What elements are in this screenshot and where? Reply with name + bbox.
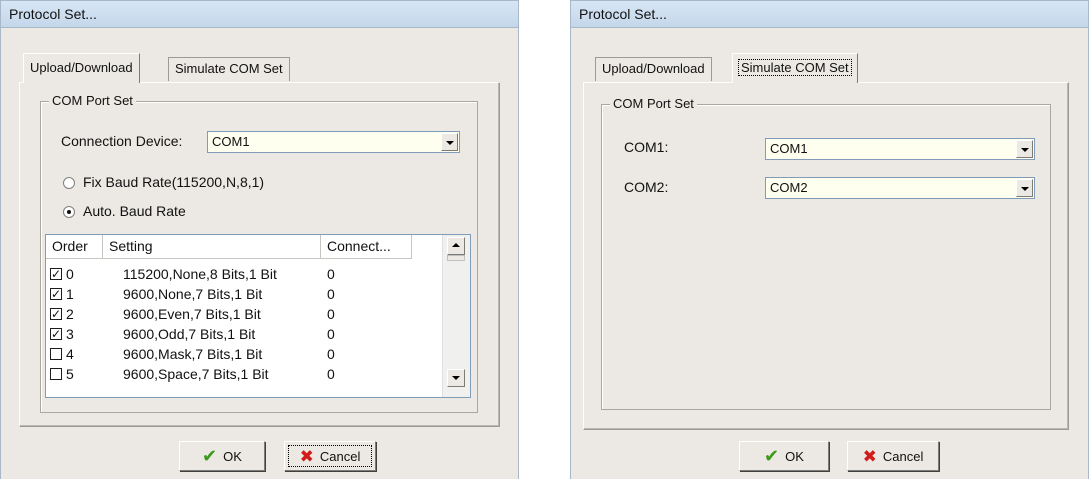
table-row[interactable]: 5 9600,Space,7 Bits,1 Bit 0	[46, 364, 438, 384]
table-row[interactable]: ✓ 1 9600,None,7 Bits,1 Bit 0	[46, 284, 438, 304]
row-checkbox[interactable]	[50, 368, 62, 380]
order-cell: 1	[66, 286, 74, 302]
group-title: COM Port Set	[610, 96, 697, 112]
order-cell: 5	[66, 366, 74, 382]
x-icon: ✖	[862, 446, 877, 466]
baud-rate-list[interactable]: Order Setting Connect... ✓ 0 115200,None…	[45, 234, 471, 398]
list-header: Order Setting Connect...	[46, 235, 436, 259]
row-checkbox[interactable]	[50, 348, 62, 360]
dialog-title: Protocol Set...	[571, 1, 1088, 28]
row-checkbox[interactable]: ✓	[50, 288, 62, 300]
ok-button[interactable]: ✔ OK	[739, 441, 829, 471]
tab-upload-download[interactable]: Upload/Download	[23, 53, 140, 83]
order-cell: 0	[66, 266, 74, 282]
com1-label: COM1:	[624, 139, 669, 155]
connect-cell: 0	[327, 306, 335, 322]
dialog-title: Protocol Set...	[1, 1, 518, 28]
cancel-button[interactable]: ✖ Cancel	[847, 441, 939, 471]
dropdown-arrow-icon[interactable]	[1016, 140, 1033, 158]
list-scrollbar[interactable]	[442, 235, 470, 397]
column-setting[interactable]: Setting	[103, 235, 321, 259]
setting-cell: 9600,Odd,7 Bits,1 Bit	[123, 326, 256, 342]
connection-device-value: COM1	[212, 134, 250, 149]
connection-device-label: Connection Device:	[61, 133, 183, 149]
column-order[interactable]: Order	[46, 235, 103, 259]
tab-simulate-label: Simulate COM Set	[738, 59, 852, 76]
setting-cell: 9600,Even,7 Bits,1 Bit	[123, 306, 261, 322]
com1-select[interactable]: COM1	[765, 138, 1035, 160]
com-port-set-group: COM Port Set Connection Device: COM1 Fix…	[40, 93, 478, 413]
connection-device-select[interactable]: COM1	[207, 131, 460, 153]
cancel-button[interactable]: ✖ Cancel	[284, 441, 376, 471]
group-title: COM Port Set	[49, 93, 136, 109]
row-checkbox[interactable]: ✓	[50, 308, 62, 320]
row-checkbox[interactable]: ✓	[50, 328, 62, 340]
ok-button[interactable]: ✔ OK	[179, 441, 265, 471]
order-cell: 2	[66, 306, 74, 322]
cancel-label: Cancel	[882, 448, 924, 464]
connect-cell: 0	[327, 266, 335, 282]
setting-cell: 9600,Space,7 Bits,1 Bit	[123, 366, 269, 382]
tab-panel: COM Port Set COM1: COM1 COM2: COM2	[583, 82, 1069, 430]
dropdown-arrow-icon[interactable]	[1016, 179, 1033, 197]
com1-value: COM1	[770, 141, 808, 156]
radio-fix-baud-rate[interactable]	[63, 177, 75, 189]
auto-baud-rate-label[interactable]: Auto. Baud Rate	[83, 203, 186, 219]
checkmark-icon: ✔	[202, 446, 218, 466]
setting-cell: 9600,Mask,7 Bits,1 Bit	[123, 346, 263, 362]
x-icon: ✖	[299, 446, 314, 466]
protocol-set-dialog-upload: Protocol Set... Upload/Download Simulate…	[0, 0, 519, 479]
ok-label: OK	[223, 448, 242, 464]
com-port-set-group: COM Port Set COM1: COM1 COM2: COM2	[601, 96, 1051, 410]
fix-baud-rate-label[interactable]: Fix Baud Rate(115200,N,8,1)	[83, 174, 264, 190]
tab-upload-download[interactable]: Upload/Download	[595, 57, 712, 81]
scroll-up-icon[interactable]	[447, 237, 465, 255]
row-checkbox[interactable]: ✓	[50, 268, 62, 280]
tab-simulate-com-set[interactable]: Simulate COM Set	[732, 53, 858, 83]
radio-auto-baud-rate[interactable]	[63, 206, 75, 218]
connect-cell: 0	[327, 346, 335, 362]
setting-cell: 115200,None,8 Bits,1 Bit	[123, 266, 277, 282]
order-cell: 3	[66, 326, 74, 342]
table-row[interactable]: ✓ 0 115200,None,8 Bits,1 Bit 0	[46, 264, 438, 284]
connect-cell: 0	[327, 366, 335, 382]
connect-cell: 0	[327, 286, 335, 302]
order-cell: 4	[66, 346, 74, 362]
com2-label: COM2:	[624, 179, 669, 195]
dropdown-arrow-icon[interactable]	[441, 133, 458, 151]
table-row[interactable]: ✓ 3 9600,Odd,7 Bits,1 Bit 0	[46, 324, 438, 344]
com2-value: COM2	[770, 180, 808, 195]
connect-cell: 0	[327, 326, 335, 342]
table-row[interactable]: 4 9600,Mask,7 Bits,1 Bit 0	[46, 344, 438, 364]
column-connect[interactable]: Connect...	[321, 235, 412, 259]
cancel-label: Cancel	[319, 448, 361, 464]
ok-label: OK	[785, 448, 804, 464]
scroll-thumb[interactable]	[447, 255, 465, 261]
tab-panel: COM Port Set Connection Device: COM1 Fix…	[19, 82, 500, 427]
table-row[interactable]: ✓ 2 9600,Even,7 Bits,1 Bit 0	[46, 304, 438, 324]
protocol-set-dialog-simulate: Protocol Set... Upload/Download Simulate…	[570, 0, 1089, 479]
setting-cell: 9600,None,7 Bits,1 Bit	[123, 286, 263, 302]
com2-select[interactable]: COM2	[765, 177, 1035, 199]
tab-simulate-com-set[interactable]: Simulate COM Set	[168, 57, 290, 81]
scroll-down-icon[interactable]	[447, 369, 465, 387]
checkmark-icon: ✔	[764, 446, 780, 466]
